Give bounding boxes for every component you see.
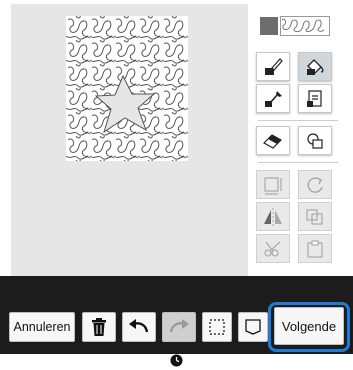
rotate-icon xyxy=(307,176,323,193)
cancel-button-label: Annuleren xyxy=(13,320,71,334)
pattern-fill-swatch[interactable] xyxy=(280,16,330,36)
scissors-icon xyxy=(264,241,281,257)
eraser-icon xyxy=(263,133,282,149)
undo-button[interactable] xyxy=(122,312,156,342)
panel-divider xyxy=(258,120,338,121)
paste-button[interactable] xyxy=(298,234,332,263)
clock-icon xyxy=(170,354,183,367)
cut-button[interactable] xyxy=(256,234,290,263)
select-area-button[interactable] xyxy=(202,312,232,342)
rotate-button[interactable] xyxy=(298,170,332,199)
redo-icon xyxy=(169,319,189,333)
stamp-shapes-icon xyxy=(307,132,323,149)
tool-panel xyxy=(248,4,344,276)
frame-shape-icon xyxy=(245,319,261,335)
brush-icon xyxy=(265,57,283,75)
eyedropper-tool-button[interactable] xyxy=(256,84,290,113)
duplicate-icon xyxy=(306,208,323,225)
mirror-button[interactable] xyxy=(256,202,290,231)
design-canvas[interactable] xyxy=(11,4,248,276)
duplicate-button[interactable] xyxy=(298,202,332,231)
clipboard-icon xyxy=(307,239,323,258)
region-select-tool-button[interactable] xyxy=(298,84,332,113)
redo-button[interactable] xyxy=(162,312,196,342)
next-button[interactable]: Volgende xyxy=(274,307,344,345)
eyedropper-icon xyxy=(265,90,282,107)
region-select-icon xyxy=(307,89,322,107)
fill-bucket-tool-button[interactable] xyxy=(298,52,332,81)
next-button-label: Volgende xyxy=(281,318,337,334)
trash-icon xyxy=(92,318,106,336)
stamp-tool-button[interactable] xyxy=(298,126,332,155)
panel-divider xyxy=(258,162,338,163)
undo-icon xyxy=(129,319,149,333)
brush-tool-button[interactable] xyxy=(256,52,290,81)
cancel-button[interactable]: Annuleren xyxy=(9,312,75,342)
eraser-tool-button[interactable] xyxy=(256,126,290,155)
stippling-pattern-preview xyxy=(66,16,188,161)
mirror-icon xyxy=(264,207,282,226)
frame-shape-button[interactable] xyxy=(238,312,268,342)
fill-swatches xyxy=(260,16,330,36)
dashed-select-icon xyxy=(209,319,225,335)
solid-fill-swatch[interactable] xyxy=(260,17,278,35)
fill-bucket-icon xyxy=(307,58,324,75)
resize-icon xyxy=(264,176,282,195)
delete-button[interactable] xyxy=(82,312,116,342)
stitch-editor-screen: Annuleren Volgende xyxy=(0,0,353,370)
resize-button[interactable] xyxy=(256,170,290,199)
